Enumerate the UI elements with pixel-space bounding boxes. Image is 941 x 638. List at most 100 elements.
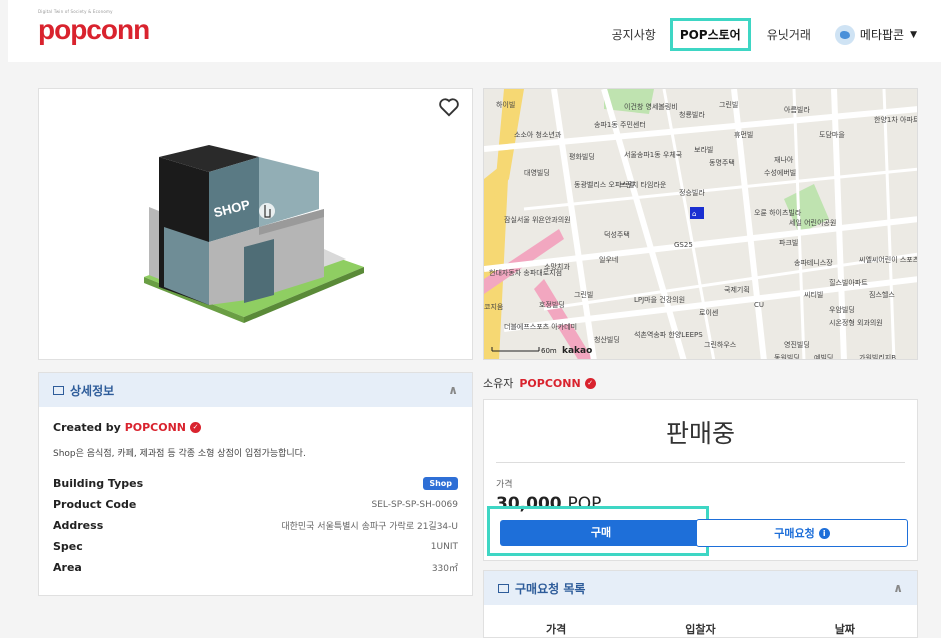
map-place-label: 휴먼빌	[734, 130, 753, 139]
map-place-label: 그린빌	[574, 290, 593, 299]
map-place-label: 호정빌딩	[539, 300, 565, 309]
purchase-request-button[interactable]: 구매요청 i	[696, 519, 908, 547]
location-map[interactable]: ⌂ 하이빌 이건창 영세볼링비 송파1동 주민센터 소소아 청소년과 평화빌딩 서울송파1…	[483, 88, 918, 360]
request-list-title: 구매요청 목록	[515, 581, 586, 596]
map-place-label: 그린빌	[719, 100, 738, 109]
map-place-label: 덕성주택	[604, 230, 630, 239]
spec-key: Area	[53, 561, 82, 574]
map-place-label: 오륜 하이츠빌라	[754, 208, 802, 217]
document-icon	[53, 385, 64, 395]
map-place-label: 씨티빌	[804, 290, 823, 299]
map-place-label: 파크빌	[779, 238, 798, 247]
spec-row-product-code: Product Code SEL-SP-SP-SH-0069	[53, 494, 458, 515]
building-type-badge: Shop	[423, 477, 458, 490]
request-list-columns: 가격 입찰자 날짜	[484, 621, 917, 637]
map-place-label: 소망치과	[544, 262, 570, 271]
map-place-label: 송파테니스장	[794, 258, 833, 267]
map-scale: 60m	[541, 347, 557, 355]
buy-button[interactable]: 구매	[500, 520, 702, 546]
map-place-label: 한양1차 아파트	[874, 115, 918, 124]
map-place-label: 평화빌딩	[569, 152, 595, 161]
detail-panel: 상세정보 ∧ Created by POPCONN ✓ Shop은 음식점, 카페…	[38, 372, 473, 596]
map-place-label: 청산빌딩	[594, 335, 620, 344]
map-place-label: 로이센	[699, 308, 718, 317]
map-place-label: 국제기획	[724, 285, 750, 294]
detail-panel-header[interactable]: 상세정보 ∧	[39, 373, 472, 407]
map-place-label: 더블에프스포츠 아카데미	[504, 322, 577, 331]
nav-notice[interactable]: 공지사항	[612, 26, 656, 43]
caret-down-icon: ▼	[910, 29, 917, 40]
building-image-card: SHOP	[38, 88, 473, 360]
verified-check-icon: ✓	[190, 422, 202, 433]
spec-row-spec: Spec 1UNIT	[53, 536, 458, 557]
request-list-header[interactable]: 구매요청 목록 ∧	[484, 571, 917, 605]
map-place-label: 그린하우스	[704, 340, 737, 349]
spec-value: 1UNIT	[430, 541, 458, 552]
map-place-label: 일우네	[599, 255, 618, 264]
nav-unit-trade[interactable]: 유닛거래	[767, 26, 811, 43]
map-place-label: 우암빌딩	[829, 305, 855, 314]
main-nav: 공지사항 POP스토어 유닛거래 메타팝콘 ▼	[588, 18, 917, 51]
map-place-label: 재나아	[774, 155, 794, 164]
map-place-label: 가원빌리지B	[859, 353, 896, 360]
map-place-label: 서울송파1동 우체국	[624, 150, 683, 159]
map-place-label: 씨엘씨어린이 스포츠크럽	[859, 255, 918, 264]
map-place-label: 영진빌딩	[784, 340, 810, 349]
user-name: 메타팝콘	[859, 28, 905, 42]
map-canvas: ⌂ 하이빌 이건창 영세볼링비송파1동 주민센터소소아 청소년과평화빌딩 서울송파1…	[484, 89, 918, 360]
created-by-label: Created by	[53, 421, 121, 434]
map-place-label: LPJ마을 건강의원	[634, 295, 685, 304]
map-place-label: 힐스빌아파트	[829, 278, 868, 287]
popconn-logo[interactable]: popconn	[38, 14, 150, 46]
map-place-label: 소소아 청소년과	[514, 130, 562, 139]
building-3d-model: SHOP	[144, 145, 364, 323]
svg-text:⌂: ⌂	[692, 210, 696, 218]
chevron-up-icon[interactable]: ∧	[448, 383, 458, 397]
map-place-label: CU	[754, 301, 764, 309]
owner-line: 소유자 POPCONN ✓	[483, 375, 596, 391]
spec-value: 330㎡	[431, 564, 458, 574]
product-description: Shop은 음식점, 카페, 제과점 등 각종 소형 상점이 입점가능합니다.	[53, 449, 306, 459]
owner-name[interactable]: POPCONN	[519, 377, 580, 390]
buy-highlight: 구매	[487, 506, 709, 556]
spec-row-building-type: Building Types Shop	[53, 473, 458, 494]
creator-name[interactable]: POPCONN	[125, 421, 186, 434]
nav-pop-store[interactable]: POP스토어	[669, 18, 751, 51]
owner-label: 소유자	[483, 377, 514, 390]
spec-row-address: Address 대한민국 서울특별시 송파구 가락로 21길34-U	[53, 515, 458, 536]
map-place-label: 시온정형 외과의원	[829, 318, 883, 327]
verified-check-icon: ✓	[584, 377, 596, 389]
column-price: 가격	[546, 623, 567, 636]
map-place-label: 청룡빌라	[679, 110, 705, 119]
map-place-label: 동명주택	[709, 158, 735, 167]
detail-title: 상세정보	[70, 383, 115, 398]
chevron-up-icon[interactable]: ∧	[893, 581, 903, 595]
map-place-label: GS25	[674, 241, 693, 249]
map-place-label: 송파1동 주민센터	[594, 120, 646, 129]
column-date: 날짜	[834, 623, 855, 636]
spec-key: Product Code	[53, 498, 137, 511]
user-menu[interactable]: 메타팝콘 ▼	[834, 24, 917, 45]
map-place-label: 동원빌딩	[774, 353, 800, 360]
map-place-label: 예빌딩	[814, 353, 833, 360]
map-attribution: kakao	[562, 346, 592, 356]
list-icon	[498, 583, 509, 593]
map-place-label: 잠실서울 위욘안과의원	[504, 215, 571, 224]
map-place-label: 아름빌라	[784, 105, 810, 114]
map-place-label: 브런치 타임라운	[619, 180, 667, 189]
purchase-request-list: 구매요청 목록 ∧ 가격 입찰자 날짜	[483, 570, 918, 638]
map-place-label: 도담마을	[819, 130, 845, 139]
price-label: 가격	[496, 480, 513, 490]
sale-status: 판매중	[496, 414, 905, 463]
sale-panel: 판매중 가격 30,000 POP 구매 구매요청 i	[483, 399, 918, 561]
map-place-label: 수성에버빌	[764, 168, 796, 177]
heart-icon[interactable]	[438, 97, 460, 117]
map-place-label: 보라빌	[694, 145, 713, 154]
spec-key: Building Types	[53, 477, 144, 490]
map-place-label: 하이빌	[496, 100, 515, 109]
map-place-label: 대영빌딩	[524, 168, 550, 177]
map-place-label: 짐스헬스	[869, 290, 895, 299]
purchase-request-label: 구매요청	[774, 527, 815, 540]
column-bidder: 입찰자	[685, 623, 716, 636]
spec-value: SEL-SP-SP-SH-0069	[371, 499, 458, 510]
